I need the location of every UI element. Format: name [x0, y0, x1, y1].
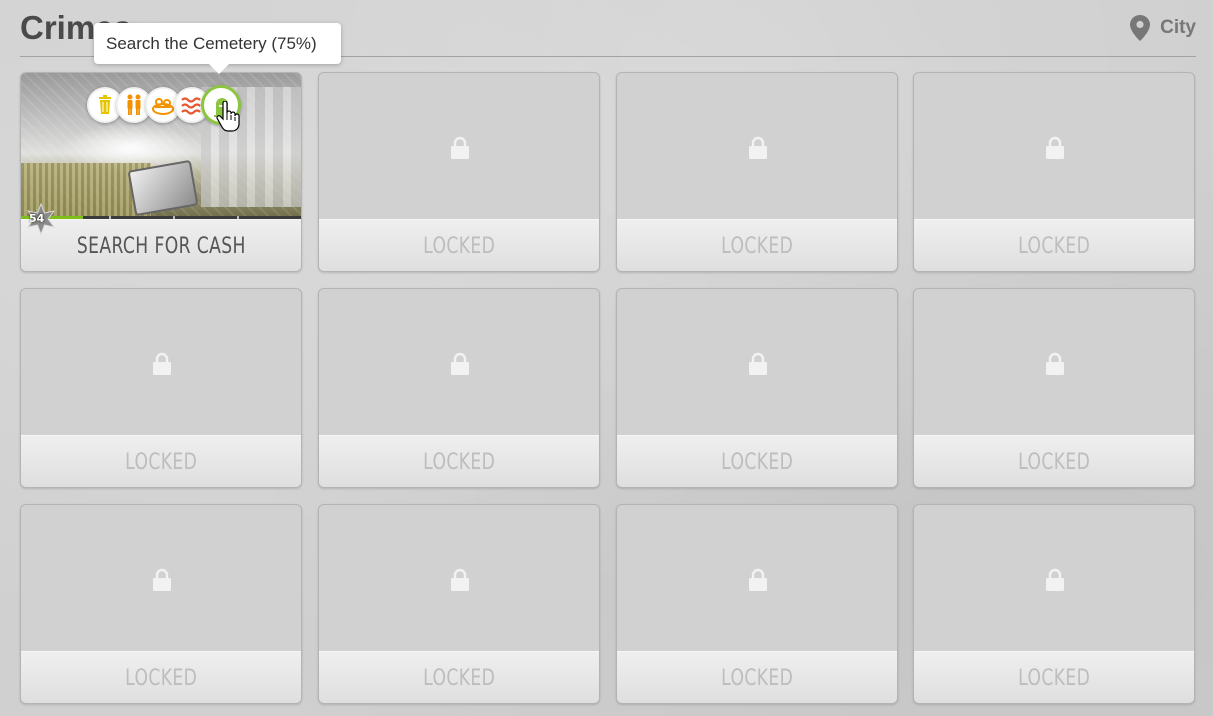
lock-icon — [451, 352, 469, 375]
locked-label: LOCKED — [21, 435, 301, 487]
locked-label: LOCKED — [617, 435, 897, 487]
locked-label: LOCKED — [914, 435, 1194, 487]
subcrime-tooltip: Search the Cemetery (75%) — [94, 23, 341, 64]
crime-card-locked: LOCKED — [913, 504, 1195, 704]
map-pin-icon — [1130, 15, 1151, 41]
crime-card-locked: LOCKED — [318, 504, 600, 704]
lock-icon — [451, 136, 469, 159]
trash-can-icon — [99, 95, 111, 114]
location-label: City — [1160, 17, 1196, 38]
lock-icon — [153, 352, 171, 375]
crime-card-locked: LOCKED — [20, 504, 302, 704]
people-icon — [127, 94, 141, 115]
lock-icon — [1046, 568, 1064, 591]
locked-label: LOCKED — [319, 435, 599, 487]
tooltip-arrow — [209, 64, 229, 74]
locked-label: LOCKED — [914, 651, 1194, 703]
locked-label: LOCKED — [914, 219, 1194, 271]
locked-label: LOCKED — [319, 219, 599, 271]
lock-icon — [153, 568, 171, 591]
lock-icon — [749, 568, 767, 591]
location-link[interactable]: City — [1130, 14, 1196, 42]
crime-card-locked: LOCKED — [616, 504, 898, 704]
lock-icon — [451, 568, 469, 591]
crime-card-locked: LOCKED — [913, 72, 1195, 272]
locked-label: LOCKED — [21, 651, 301, 703]
crime-card-locked: LOCKED — [616, 72, 898, 272]
crime-card-locked: LOCKED — [913, 288, 1195, 488]
crime-card-locked: LOCKED — [616, 288, 898, 488]
crime-card-locked: LOCKED — [318, 72, 600, 272]
locked-label: LOCKED — [617, 651, 897, 703]
lock-icon — [749, 352, 767, 375]
junk-icon — [152, 98, 174, 115]
crime-card-search-for-cash[interactable]: 54 SEARCH FOR CASH — [20, 72, 302, 272]
locked-label: LOCKED — [319, 651, 599, 703]
crime-title: SEARCH FOR CASH — [21, 219, 301, 271]
lock-icon — [749, 136, 767, 159]
crime-card-locked: LOCKED — [318, 288, 600, 488]
lock-icon — [1046, 136, 1064, 159]
hand-cursor-icon — [216, 101, 240, 132]
crime-card-locked: LOCKED — [20, 288, 302, 488]
locked-label: LOCKED — [617, 219, 897, 271]
lock-icon — [1046, 352, 1064, 375]
crime-level: 54 — [29, 212, 45, 225]
